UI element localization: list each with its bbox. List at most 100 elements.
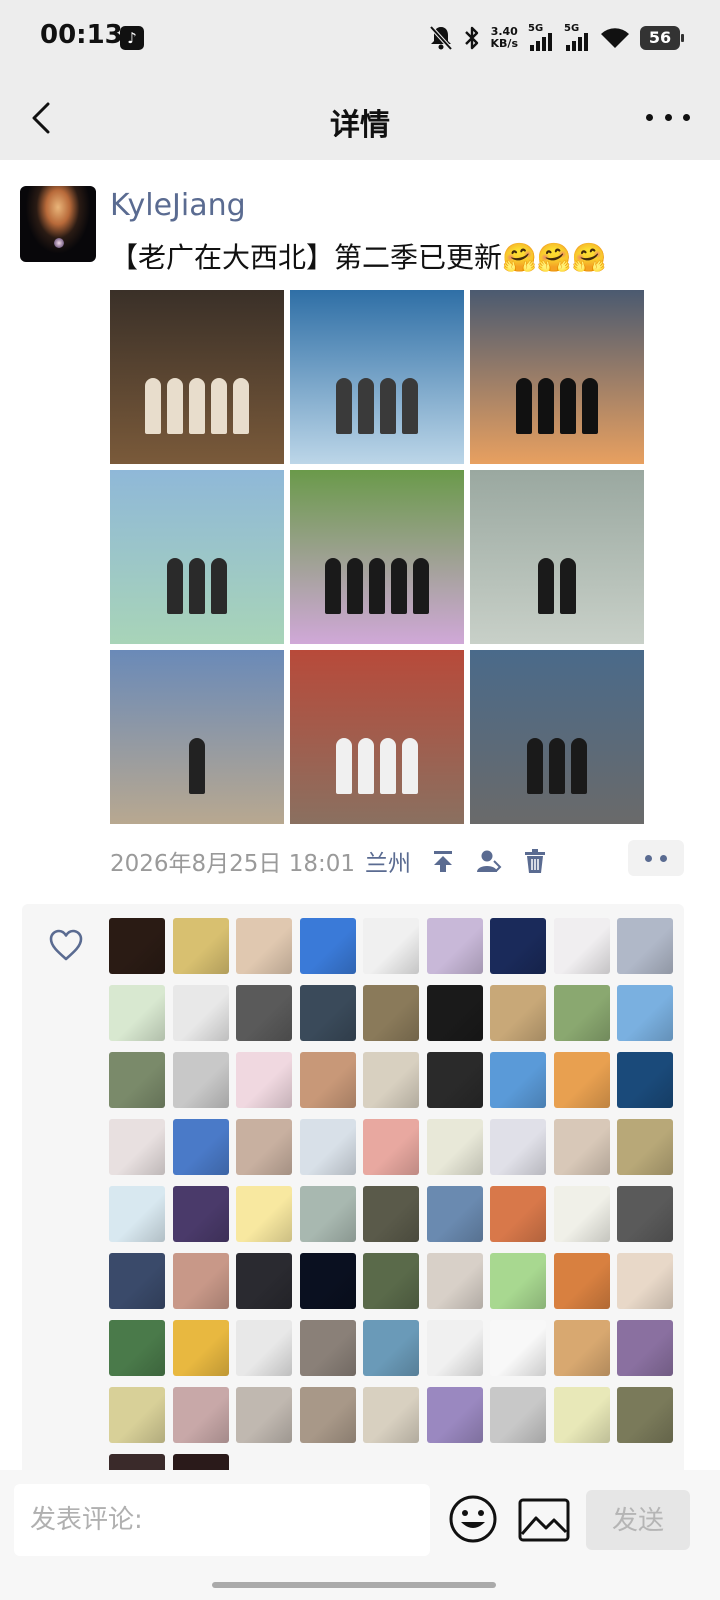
liker-avatar[interactable] — [617, 1387, 673, 1443]
home-indicator[interactable] — [212, 1582, 496, 1588]
liker-avatar[interactable] — [109, 918, 165, 974]
post-date: 2026年8月25日 18:01 — [110, 851, 356, 877]
liker-avatar[interactable] — [363, 1119, 419, 1175]
liker-avatar[interactable] — [553, 1119, 610, 1175]
liker-avatar[interactable] — [426, 1119, 483, 1175]
liker-avatar[interactable] — [236, 1387, 292, 1443]
post-location[interactable]: 兰州 — [365, 844, 411, 878]
liker-avatar[interactable] — [109, 1186, 165, 1242]
liker-avatar[interactable] — [236, 918, 292, 974]
post-photo[interactable] — [290, 470, 464, 644]
liker-avatar[interactable] — [426, 1052, 483, 1108]
liker-avatar[interactable] — [363, 1186, 419, 1242]
post-photo[interactable] — [470, 650, 644, 824]
liker-avatar[interactable] — [109, 1253, 165, 1309]
liker-avatar[interactable] — [426, 1186, 483, 1242]
heart-icon — [49, 929, 83, 961]
liker-avatar[interactable] — [617, 1119, 673, 1175]
post-photo[interactable] — [110, 470, 284, 644]
liker-avatar[interactable] — [299, 1387, 356, 1443]
liker-avatar[interactable] — [426, 1253, 483, 1309]
liker-avatar[interactable] — [172, 918, 229, 974]
liker-avatar[interactable] — [617, 1186, 673, 1242]
liker-avatar[interactable] — [172, 1320, 229, 1376]
liker-avatar[interactable] — [617, 985, 673, 1041]
emoji-icon[interactable] — [448, 1494, 498, 1544]
liker-avatar[interactable] — [490, 1186, 546, 1242]
liker-avatar[interactable] — [617, 918, 673, 974]
liker-avatar[interactable] — [490, 1320, 546, 1376]
liker-avatar[interactable] — [172, 985, 229, 1041]
liker-avatar[interactable] — [363, 1387, 419, 1443]
liker-avatar[interactable] — [109, 1052, 165, 1108]
liker-avatar[interactable] — [172, 1186, 229, 1242]
liker-avatar[interactable] — [236, 985, 292, 1041]
liker-avatar[interactable] — [109, 1387, 165, 1443]
liker-avatar[interactable] — [236, 1253, 292, 1309]
status-time: 00:13 — [40, 20, 123, 50]
liker-avatar[interactable] — [299, 1320, 356, 1376]
post-photo[interactable] — [290, 290, 464, 464]
liker-avatar[interactable] — [426, 985, 483, 1041]
liker-avatar[interactable] — [553, 1387, 610, 1443]
image-icon[interactable] — [518, 1498, 570, 1542]
liker-avatar[interactable] — [299, 985, 356, 1041]
post-photo[interactable] — [470, 470, 644, 644]
liker-avatar[interactable] — [363, 985, 419, 1041]
liker-avatar[interactable] — [490, 985, 546, 1041]
liker-avatar[interactable] — [172, 1052, 229, 1108]
liker-avatar[interactable] — [490, 918, 546, 974]
liker-avatar[interactable] — [553, 1320, 610, 1376]
post-photo[interactable] — [110, 290, 284, 464]
liker-avatar[interactable] — [299, 918, 356, 974]
liker-avatar[interactable] — [236, 1186, 292, 1242]
nav-bar: 详情 — [0, 78, 720, 160]
liker-avatar[interactable] — [617, 1052, 673, 1108]
post-photo[interactable] — [470, 290, 644, 464]
liker-avatar[interactable] — [172, 1119, 229, 1175]
liker-avatar[interactable] — [617, 1320, 673, 1376]
liker-avatar[interactable] — [553, 1186, 610, 1242]
liker-avatar[interactable] — [363, 1052, 419, 1108]
liker-avatar[interactable] — [553, 985, 610, 1041]
liker-avatar[interactable] — [426, 918, 483, 974]
liker-avatar[interactable] — [299, 1119, 356, 1175]
author-name[interactable]: KyleJiang — [110, 188, 246, 223]
send-button[interactable]: 发送 — [586, 1490, 690, 1550]
liker-avatar[interactable] — [299, 1253, 356, 1309]
liker-avatar[interactable] — [109, 1119, 165, 1175]
liker-avatar[interactable] — [490, 1119, 546, 1175]
liker-avatar[interactable] — [172, 1387, 229, 1443]
visibility-person-icon[interactable] — [475, 847, 503, 875]
liker-avatar[interactable] — [363, 1253, 419, 1309]
liker-avatar[interactable] — [553, 918, 610, 974]
author-avatar[interactable] — [20, 186, 96, 262]
liker-avatar[interactable] — [236, 1119, 292, 1175]
liker-avatar[interactable] — [553, 1052, 610, 1108]
liker-avatar[interactable] — [236, 1320, 292, 1376]
liker-avatar[interactable] — [299, 1052, 356, 1108]
liker-avatar[interactable] — [553, 1253, 610, 1309]
comment-like-menu-button[interactable] — [628, 840, 684, 876]
liker-avatar[interactable] — [109, 1320, 165, 1376]
liker-avatar[interactable] — [426, 1320, 483, 1376]
trash-icon[interactable] — [521, 847, 549, 875]
comment-input[interactable] — [14, 1484, 430, 1556]
post-photo[interactable] — [110, 650, 284, 824]
more-options-icon[interactable] — [646, 102, 690, 132]
post-photo[interactable] — [290, 650, 464, 824]
liker-avatar[interactable] — [363, 918, 419, 974]
liker-avatar[interactable] — [109, 985, 165, 1041]
signal-bars-icon — [530, 33, 552, 51]
pin-top-icon[interactable] — [429, 847, 457, 875]
liker-avatar[interactable] — [426, 1387, 483, 1443]
liker-avatar[interactable] — [617, 1253, 673, 1309]
liker-avatar[interactable] — [172, 1253, 229, 1309]
liker-avatar[interactable] — [490, 1253, 546, 1309]
liker-avatar[interactable] — [490, 1052, 546, 1108]
liker-avatar[interactable] — [236, 1052, 292, 1108]
liker-avatar[interactable] — [363, 1320, 419, 1376]
liker-avatar[interactable] — [299, 1186, 356, 1242]
liker-avatar[interactable] — [490, 1387, 546, 1443]
battery-icon: 56 — [640, 26, 684, 50]
